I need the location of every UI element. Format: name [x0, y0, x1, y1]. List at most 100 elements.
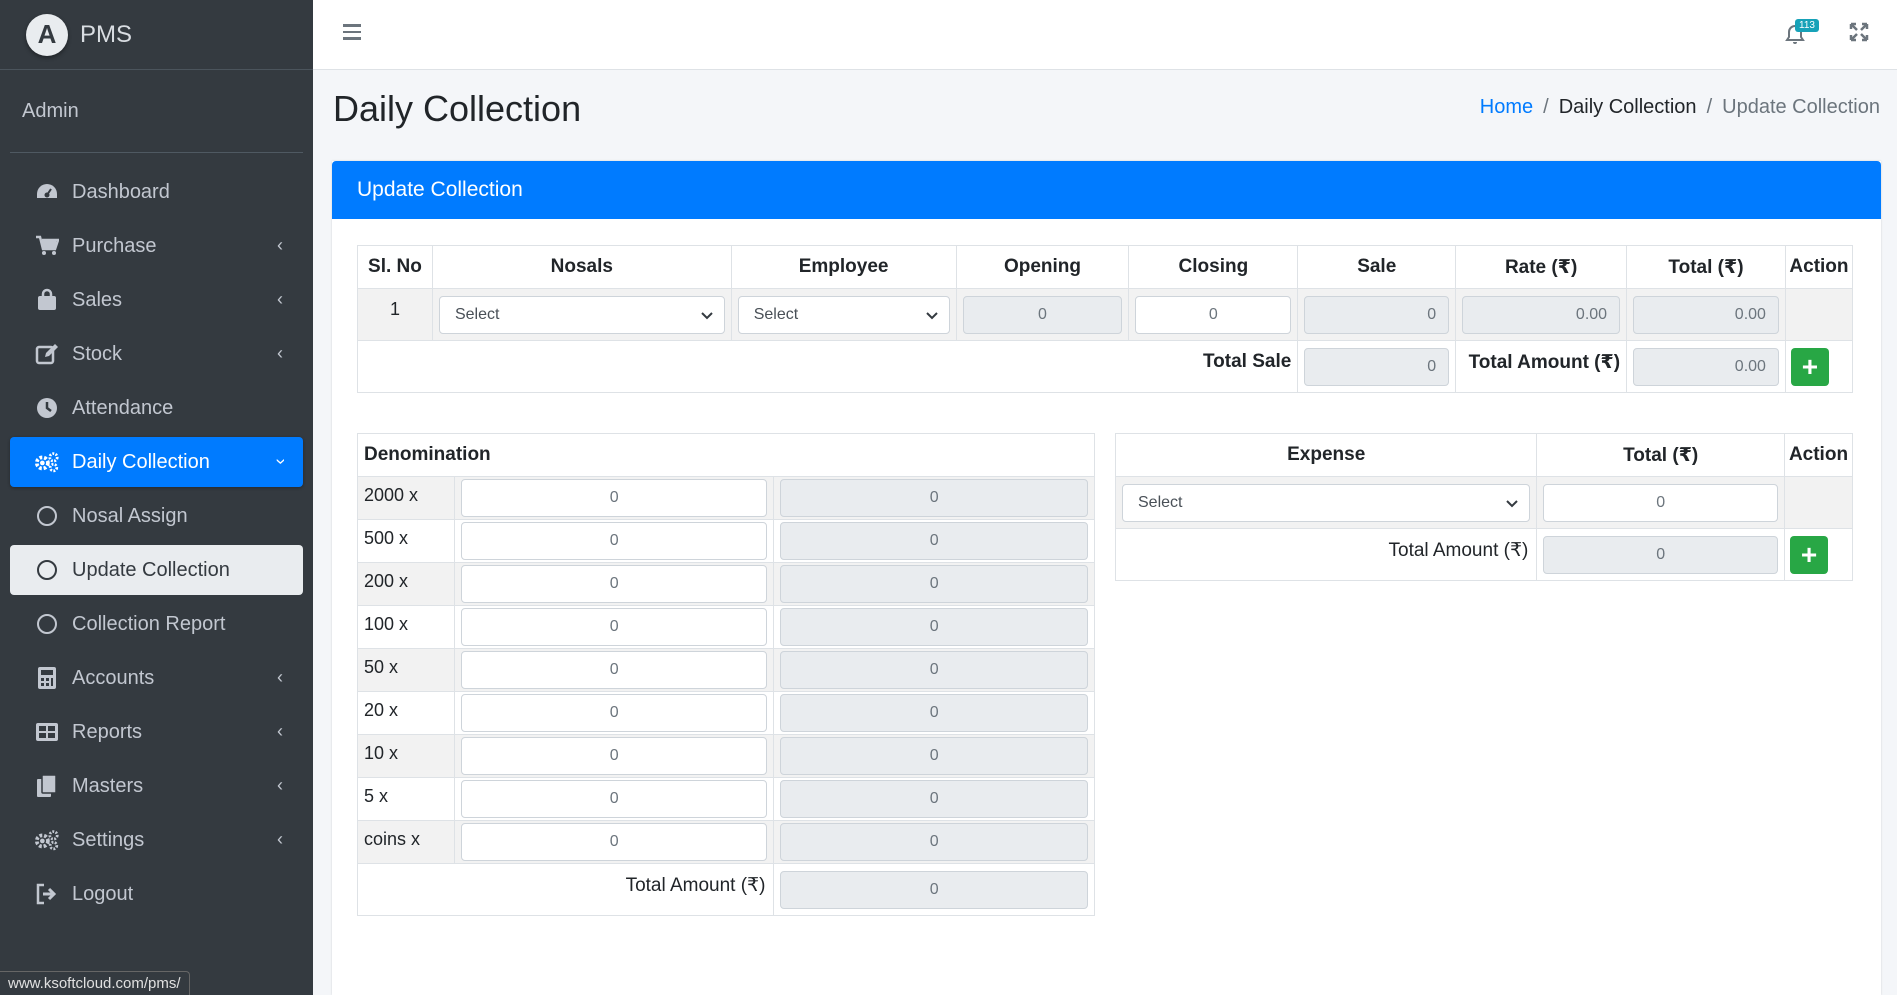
expense-select-value: Select — [1138, 493, 1183, 511]
expense-total-label: Total Amount (₹) — [1114, 528, 1538, 581]
denomination-count-input[interactable]: 0 — [460, 651, 768, 689]
sidebar-item-collection-report[interactable]: Collection Report — [10, 599, 303, 649]
collection-table: Sl. No Nosals Employee Opening Closing S… — [356, 245, 1854, 393]
chevron-down-icon — [700, 311, 713, 319]
fullscreen-icon[interactable] — [1849, 22, 1871, 44]
denomination-label: 50 x — [357, 648, 455, 692]
sidebar-item-purchase[interactable]: Purchase ‹ — [10, 221, 303, 271]
edit-icon — [34, 341, 60, 367]
column-header: Expense — [1114, 433, 1538, 477]
denomination-count-input[interactable]: 0 — [460, 823, 768, 861]
closing-input[interactable]: 0 — [1135, 295, 1292, 334]
denomination-row: 100 x00 — [357, 605, 1095, 649]
expense-select[interactable]: Select — [1122, 483, 1531, 522]
denomination-count-input[interactable]: 0 — [460, 565, 768, 603]
breadcrumb-current: Update Collection — [1722, 96, 1880, 118]
denomination-count-input[interactable]: 0 — [460, 522, 768, 560]
nosal-select[interactable]: Select — [438, 295, 725, 334]
top-navbar: 113 — [313, 0, 1897, 70]
breadcrumb-section: Daily Collection — [1558, 96, 1697, 118]
cart-icon — [34, 233, 60, 259]
sidebar-item-label: Purchase — [72, 234, 157, 257]
notification-badge: 113 — [1795, 19, 1819, 32]
denomination-row: 20 x00 — [357, 691, 1095, 735]
sidebar-item-reports[interactable]: Reports ‹ — [10, 707, 303, 757]
sidebar-item-update-collection[interactable]: Update Collection — [10, 545, 303, 595]
sidebar-item-dashboard[interactable]: Dashboard — [10, 167, 303, 217]
sidebar: A PMS Admin Dashboard Purchase ‹ Sales ‹ — [0, 0, 313, 995]
denomination-row: 2000 x00 — [357, 476, 1095, 520]
row-total-input: 0.00 — [1633, 295, 1779, 334]
denomination-amount-input: 0 — [780, 694, 1088, 732]
sidebar-item-sales[interactable]: Sales ‹ — [10, 275, 303, 325]
denomination-count-input[interactable]: 0 — [460, 608, 768, 646]
denomination-table: Denomination 2000 x 0 0 500 x 0 0 200 x 0 0 100 x… — [356, 433, 1095, 916]
denomination-count-input[interactable]: 0 — [460, 694, 768, 732]
denomination-amount-input: 0 — [780, 479, 1088, 517]
add-row-button[interactable]: + — [1790, 347, 1829, 386]
total-sale-input: 0 — [1304, 347, 1450, 386]
menu-toggle-icon[interactable] — [343, 24, 361, 44]
rate-input: 0.00 — [1462, 295, 1621, 334]
denomination-label: coins x — [357, 820, 455, 864]
denomination-row: 500 x00 — [357, 519, 1095, 563]
circle-icon — [34, 503, 60, 529]
serial-number: 1 — [357, 288, 433, 341]
sidebar-item-daily-collection[interactable]: Daily Collection ‹ — [10, 437, 303, 487]
denomination-total-row: Total Amount (₹) 0 — [356, 863, 1095, 916]
sidebar-item-label: Nosal Assign — [72, 504, 188, 527]
action-cell — [1784, 288, 1854, 341]
totals-row: Total Sale 0 Total Amount (₹) 0.00 + — [356, 340, 1854, 393]
shopping-bag-icon — [34, 287, 60, 313]
user-panel[interactable]: Admin — [10, 70, 303, 153]
employee-select[interactable]: Select — [737, 295, 950, 334]
denomination-label: 2000 x — [357, 476, 455, 520]
sidebar-item-masters[interactable]: Masters ‹ — [10, 761, 303, 811]
expense-table: Expense Total (₹) Action Select 0 Total … — [1114, 433, 1853, 581]
expense-total-input: 0 — [1543, 535, 1778, 574]
user-name: Admin — [22, 99, 79, 122]
expense-total-row: Total Amount (₹) 0 + — [1114, 528, 1853, 581]
breadcrumb: Home / Daily Collection / Update Collect… — [1480, 96, 1880, 119]
status-url: www.ksoftcloud.com/pms/ — [0, 971, 190, 995]
breadcrumb-separator: / — [1543, 96, 1549, 118]
sidebar-item-stock[interactable]: Stock ‹ — [10, 329, 303, 379]
add-expense-button[interactable]: + — [1790, 535, 1828, 574]
chevron-left-icon: ‹ — [277, 667, 283, 687]
denomination-total-label: Total Amount (₹) — [356, 863, 775, 916]
denomination-label: 10 x — [357, 734, 455, 778]
expense-amount-input[interactable]: 0 — [1543, 483, 1778, 522]
chevron-down-icon — [1506, 499, 1519, 507]
column-header: Nosals — [431, 245, 732, 289]
dashboard-icon — [34, 179, 60, 205]
chevron-left-icon: ‹ — [277, 235, 283, 255]
sidebar-item-accounts[interactable]: Accounts ‹ — [10, 653, 303, 703]
brand-name: PMS — [80, 20, 133, 48]
denomination-count-input[interactable]: 0 — [460, 780, 768, 818]
sidebar-item-nosal-assign[interactable]: Nosal Assign — [10, 491, 303, 541]
denomination-count-input[interactable]: 0 — [460, 479, 768, 517]
brand-link[interactable]: A PMS — [0, 0, 313, 70]
sidebar-item-label: Masters — [72, 774, 144, 797]
card-title: Update Collection — [332, 161, 1881, 219]
denomination-amount-input: 0 — [780, 823, 1088, 861]
denomination-amount-input: 0 — [780, 651, 1088, 689]
chevron-left-icon: ‹ — [277, 829, 283, 849]
circle-icon — [34, 557, 60, 583]
sidebar-item-logout[interactable]: Logout — [10, 869, 303, 919]
sidebar-item-label: Logout — [72, 882, 134, 905]
column-header: Employee — [730, 245, 957, 289]
notification-bell-icon[interactable]: 113 — [1785, 19, 1819, 46]
denomination-label: 5 x — [357, 777, 455, 821]
table-icon — [34, 719, 60, 745]
sidebar-item-label: Sales — [72, 288, 123, 311]
breadcrumb-home-link[interactable]: Home — [1480, 96, 1533, 119]
sidebar-item-label: Stock — [72, 342, 123, 365]
denomination-count-input[interactable]: 0 — [460, 737, 768, 775]
sidebar-item-attendance[interactable]: Attendance — [10, 383, 303, 433]
column-header: Rate (₹) — [1455, 245, 1628, 289]
sidebar-item-settings[interactable]: Settings ‹ — [10, 815, 303, 865]
denomination-amount-input: 0 — [780, 737, 1088, 775]
denomination-header: Denomination — [357, 433, 1095, 477]
cogs-icon — [34, 449, 60, 475]
